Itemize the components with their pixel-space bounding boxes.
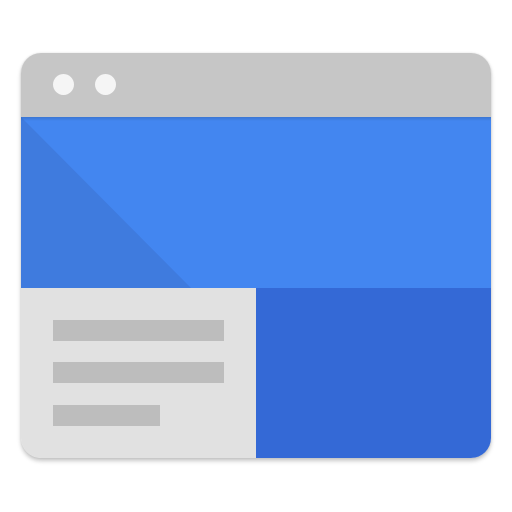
document-line-1 xyxy=(53,320,224,341)
page-header-banner xyxy=(21,117,491,288)
window-titlebar xyxy=(21,53,491,117)
document-line-3 xyxy=(53,405,160,426)
document-panel xyxy=(21,288,256,458)
titlebar-shadow xyxy=(21,117,491,121)
document-line-2 xyxy=(53,362,224,383)
media-panel xyxy=(256,288,491,458)
header-banner-graphic xyxy=(21,117,491,288)
window-dot-1 xyxy=(53,74,74,95)
browser-window xyxy=(21,53,491,458)
window-dot-2 xyxy=(95,74,116,95)
app-icon xyxy=(0,0,512,512)
